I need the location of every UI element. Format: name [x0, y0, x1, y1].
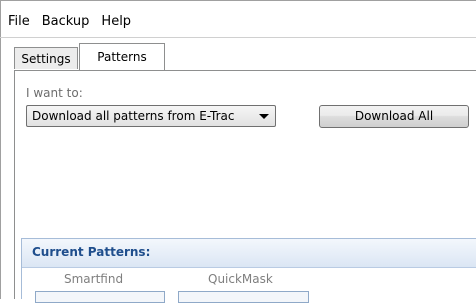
menu-file[interactable]: File [6, 12, 36, 32]
current-patterns-group: Current Patterns: [21, 238, 476, 299]
menu-divider [0, 37, 476, 38]
current-patterns-title: Current Patterns: [32, 245, 151, 259]
dropdown-arrow-icon [259, 114, 269, 119]
menu-help[interactable]: Help [95, 12, 137, 32]
tab-patterns[interactable]: Patterns [79, 43, 165, 70]
quickmask-pattern-box[interactable] [178, 291, 309, 303]
smartfind-label: Smartfind [64, 272, 124, 286]
download-all-button[interactable]: Download All [319, 105, 469, 128]
menu-bar: File Backup Help [6, 12, 137, 32]
quickmask-label: QuickMask [208, 272, 273, 286]
action-dropdown-value: Download all patterns from E-Trac [32, 109, 235, 123]
current-patterns-header: Current Patterns: [22, 239, 476, 268]
prompt-label: I want to: [26, 86, 83, 100]
smartfind-pattern-box[interactable] [35, 291, 165, 303]
action-dropdown[interactable]: Download all patterns from E-Trac [26, 105, 276, 127]
tab-settings[interactable]: Settings [14, 47, 78, 69]
menu-backup[interactable]: Backup [36, 12, 96, 32]
